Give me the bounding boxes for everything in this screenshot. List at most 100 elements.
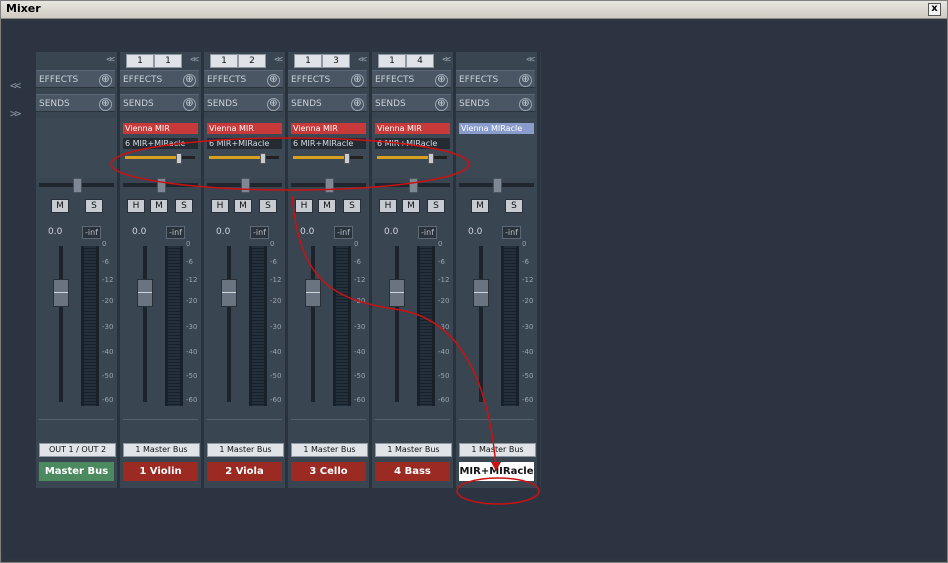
volume-fader-track[interactable] [395,246,399,402]
pan-knob[interactable] [325,178,334,193]
pan-knob[interactable] [493,178,502,193]
input-selector[interactable]: 1 [294,54,322,68]
solo-button[interactable]: S [343,199,361,213]
volume-fader-track[interactable] [311,246,315,402]
send-level-fader[interactable] [377,153,447,164]
mute-button[interactable]: M [402,199,420,213]
pan-slider[interactable] [375,178,450,193]
output-route-selector[interactable]: OUT 1 / OUT 2 [39,443,116,457]
collapse-strip-icon[interactable]: << [274,54,283,66]
input-selector[interactable]: 1 [126,54,154,68]
collapse-strip-icon[interactable]: << [442,54,451,66]
send-level-fader[interactable] [209,153,279,164]
collapse-all-icon[interactable]: << [10,79,21,92]
peak-readout[interactable]: -inf [418,226,437,239]
close-button[interactable]: x [928,3,941,16]
channel-name-label[interactable]: 1 Violin [123,462,198,481]
effects-row[interactable]: EFFECTS ⊕ [204,70,283,88]
volume-fader-knob[interactable] [473,279,489,307]
h-button[interactable]: H [211,199,229,213]
effects-row[interactable]: EFFECTS ⊕ [120,70,199,88]
mute-button[interactable]: M [150,199,168,213]
effects-row[interactable]: EFFECTS ⊕ [456,70,535,88]
add-effect-icon[interactable]: ⊕ [267,74,280,87]
pan-knob[interactable] [73,178,82,193]
insert-slot[interactable]: 6 MIR+MIRacle [375,138,450,149]
add-effect-icon[interactable]: ⊕ [519,74,532,87]
peak-readout[interactable]: -inf [166,226,185,239]
insert-slot[interactable]: Vienna MIR [291,123,366,134]
volume-fader-knob[interactable] [389,279,405,307]
pan-slider[interactable] [207,178,282,193]
channel-name-label[interactable]: 4 Bass [375,462,450,481]
add-send-icon[interactable]: ⊕ [99,98,112,111]
output-selector[interactable]: 2 [238,54,266,68]
add-effect-icon[interactable]: ⊕ [99,74,112,87]
solo-button[interactable]: S [259,199,277,213]
add-effect-icon[interactable]: ⊕ [435,74,448,87]
sends-row[interactable]: SENDS ⊕ [288,94,367,112]
add-send-icon[interactable]: ⊕ [267,98,280,111]
solo-button[interactable]: S [505,199,523,213]
add-effect-icon[interactable]: ⊕ [351,74,364,87]
insert-slot[interactable]: 6 MIR+MIRacle [123,138,198,149]
pan-slider[interactable] [123,178,198,193]
output-selector[interactable]: 3 [322,54,350,68]
add-send-icon[interactable]: ⊕ [183,98,196,111]
effects-row[interactable]: EFFECTS ⊕ [372,70,451,88]
volume-fader-knob[interactable] [221,279,237,307]
insert-slot[interactable]: 6 MIR+MIRacle [207,138,282,149]
mute-button[interactable]: M [51,199,69,213]
pan-knob[interactable] [157,178,166,193]
channel-name-label[interactable]: 3 Cello [291,462,366,481]
output-selector[interactable]: 4 [406,54,434,68]
add-effect-icon[interactable]: ⊕ [183,74,196,87]
sends-row[interactable]: SENDS ⊕ [204,94,283,112]
send-level-fader[interactable] [293,153,363,164]
volume-fader-track[interactable] [227,246,231,402]
volume-fader-track[interactable] [479,246,483,402]
sends-row[interactable]: SENDS ⊕ [36,94,115,112]
channel-name-label[interactable]: 2 Viola [207,462,282,481]
h-button[interactable]: H [379,199,397,213]
volume-fader-knob[interactable] [305,279,321,307]
add-send-icon[interactable]: ⊕ [435,98,448,111]
effects-row[interactable]: EFFECTS ⊕ [288,70,367,88]
peak-readout[interactable]: -inf [82,226,101,239]
collapse-strip-icon[interactable]: << [106,54,115,66]
pan-knob[interactable] [409,178,418,193]
input-selector[interactable]: 1 [210,54,238,68]
add-send-icon[interactable]: ⊕ [351,98,364,111]
output-selector[interactable]: 1 [154,54,182,68]
sends-row[interactable]: SENDS ⊕ [372,94,451,112]
h-button[interactable]: H [295,199,313,213]
add-send-icon[interactable]: ⊕ [519,98,532,111]
send-level-fader[interactable] [125,153,195,164]
volume-fader-track[interactable] [143,246,147,402]
output-route-selector[interactable]: 1 Master Bus [459,443,536,457]
pan-knob[interactable] [241,178,250,193]
insert-slot[interactable]: Vienna MIR [123,123,198,134]
peak-readout[interactable]: -inf [334,226,353,239]
mute-button[interactable]: M [471,199,489,213]
peak-readout[interactable]: -inf [250,226,269,239]
channel-name-label[interactable]: MIR+MIRacle [459,462,534,481]
pan-slider[interactable] [291,178,366,193]
volume-fader-knob[interactable] [53,279,69,307]
sends-row[interactable]: SENDS ⊕ [456,94,535,112]
peak-readout[interactable]: -inf [502,226,521,239]
solo-button[interactable]: S [175,199,193,213]
expand-all-icon[interactable]: >> [10,107,21,120]
collapse-strip-icon[interactable]: << [190,54,199,66]
sends-row[interactable]: SENDS ⊕ [120,94,199,112]
output-route-selector[interactable]: 1 Master Bus [123,443,200,457]
input-selector[interactable]: 1 [378,54,406,68]
pan-slider[interactable] [39,178,114,193]
collapse-strip-icon[interactable]: << [526,54,535,66]
volume-fader-knob[interactable] [137,279,153,307]
solo-button[interactable]: S [85,199,103,213]
insert-slot[interactable]: Vienna MIR [207,123,282,134]
output-route-selector[interactable]: 1 Master Bus [207,443,284,457]
insert-slot[interactable]: 6 MIR+MIRacle [291,138,366,149]
collapse-strip-icon[interactable]: << [358,54,367,66]
